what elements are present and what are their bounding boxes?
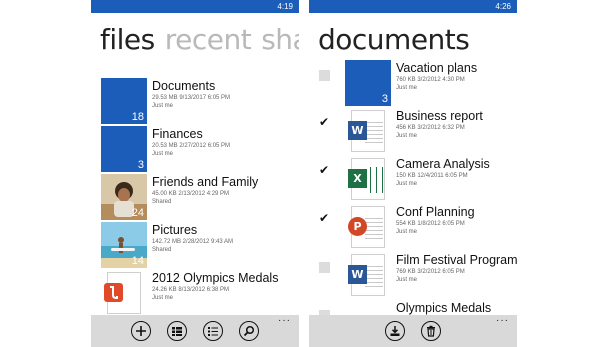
item-name: Olympics Medals (396, 301, 492, 315)
item-name: Camera Analysis (396, 157, 490, 171)
folder-item-documents[interactable]: 18 Documents 29.53 MB 9/13/2017 6:05 PM Ju… (91, 78, 299, 124)
item-meta: 24.26 KB 8/13/2012 6:38 PM (152, 287, 230, 293)
status-bar: 4:26 (309, 0, 517, 13)
item-count: 24 (131, 207, 144, 219)
item-sharing: Just me (396, 85, 418, 91)
file-item-camera-analysis[interactable]: X Camera Analysis 150 KB 12/4/2011 6:05 P… (309, 156, 517, 202)
checklist-icon (208, 327, 218, 336)
delete-button[interactable] (421, 321, 441, 341)
item-name: Film Festival Program (396, 253, 517, 267)
item-name: 2012 Olympics Medals (152, 271, 279, 285)
item-sharing: Just me (396, 277, 418, 283)
file-item-conf-planning[interactable]: P Conf Planning 554 KB 1/8/2012 6:05 PM Ju… (309, 204, 517, 250)
search-button[interactable] (239, 321, 259, 341)
item-meta: 456 KB 3/2/2012 6:32 PM (396, 125, 465, 131)
item-meta: 29.53 MB 9/13/2017 6:05 PM (152, 95, 231, 101)
item-meta: 554 KB 1/8/2012 6:05 PM (396, 221, 465, 227)
item-name: Vacation plans (396, 61, 478, 75)
folder-item-pictures[interactable]: 14 Pictures 142.72 MB 2/28/2012 9:43 AM Sh… (91, 222, 299, 268)
item-count: 3 (137, 159, 144, 171)
clock: 4:26 (495, 2, 511, 11)
pdf-badge-icon (104, 283, 123, 302)
file-item-business-report[interactable]: W Business report 456 KB 3/2/2012 6:32 PM… (309, 108, 517, 154)
page-header: documents (309, 22, 517, 58)
item-name: Finances (152, 127, 203, 141)
item-meta: 20.53 MB 2/27/2012 6:05 PM (152, 143, 231, 149)
file-item-film-festival-program[interactable]: W Film Festival Program 769 KB 3/2/2012 6… (309, 252, 517, 298)
app-bar: ··· (91, 315, 299, 347)
app-bar: ··· (309, 315, 517, 347)
folder-photo-tile: 14 (101, 222, 147, 268)
excel-document-icon: X (348, 158, 385, 200)
more-options-button[interactable]: ··· (496, 316, 509, 326)
pdf-document-icon (104, 272, 141, 314)
select-checkbox[interactable] (319, 262, 330, 273)
folder-tile: 3 (345, 60, 391, 106)
select-checkbox[interactable] (319, 163, 330, 177)
plus-icon (136, 326, 146, 336)
word-document-icon: W (348, 254, 385, 296)
add-button[interactable] (131, 321, 151, 341)
select-checkbox[interactable] (319, 115, 330, 129)
item-count: 14 (131, 255, 144, 267)
word-badge-icon: W (348, 121, 367, 140)
item-meta: 760 KB 3/2/2012 4:30 PM (396, 77, 465, 83)
folder-photo-tile: 24 (101, 174, 147, 220)
pivot-shared[interactable]: sha (261, 22, 299, 58)
powerpoint-document-icon: P (348, 206, 385, 248)
item-name: Pictures (152, 223, 198, 237)
file-item-olympics-medals[interactable]: 2012 Olympics Medals 24.26 KB 8/13/2012 6… (91, 270, 299, 316)
item-sharing: Just me (396, 229, 418, 235)
item-name: Business report (396, 109, 483, 123)
search-icon (243, 325, 255, 337)
status-bar: 4:19 (91, 0, 299, 13)
pivot-header: files recentsha (91, 22, 299, 58)
item-meta: 142.72 MB 2/28/2012 9:43 AM (152, 239, 234, 245)
item-sharing: Shared (152, 247, 172, 253)
download-icon (390, 326, 400, 336)
item-name: Documents (152, 79, 216, 93)
select-button[interactable] (203, 321, 223, 341)
excel-badge-icon: X (348, 169, 367, 188)
word-badge-icon: W (348, 265, 367, 284)
pivot-files[interactable]: files (100, 22, 155, 58)
item-sharing: Just me (396, 181, 418, 187)
select-checkbox[interactable] (319, 70, 330, 81)
item-meta: 769 KB 3/2/2012 6:05 PM (396, 269, 465, 275)
item-count: 3 (381, 93, 388, 105)
grid-view-button[interactable] (167, 321, 187, 341)
word-document-icon: W (348, 110, 385, 152)
item-sharing: Just me (152, 103, 174, 109)
item-sharing: Just me (152, 295, 174, 301)
item-sharing: Just me (396, 133, 418, 139)
select-checkbox[interactable] (319, 211, 330, 225)
item-meta: 150 KB 12/4/2011 6:05 PM (396, 173, 468, 179)
files-screen: 4:19 files recentsha 18 Documents 29.53 MB… (91, 0, 299, 347)
item-sharing: Shared (152, 199, 172, 205)
folder-item-finances[interactable]: 3 Finances 20.53 MB 2/27/2012 6:05 PM Just… (91, 126, 299, 172)
item-meta: 45.00 KB 2/13/2012 4:29 PM (152, 191, 230, 197)
download-button[interactable] (385, 321, 405, 341)
item-count: 18 (131, 111, 144, 123)
item-name: Conf Planning (396, 205, 475, 219)
documents-screen: 4:26 documents 3 Vacation plans 760 KB 3/… (309, 0, 517, 347)
folder-item-vacation-plans[interactable]: 3 Vacation plans 760 KB 3/2/2012 4:30 PM J… (309, 60, 517, 106)
pivot-recent[interactable]: recent (165, 22, 252, 58)
folder-tile: 18 (101, 78, 147, 124)
powerpoint-badge-icon: P (348, 217, 367, 236)
folder-tile: 3 (101, 126, 147, 172)
folder-item-friends-and-family[interactable]: 24 Friends and Family 45.00 KB 2/13/2012 … (91, 174, 299, 220)
item-name: Friends and Family (152, 175, 259, 189)
item-sharing: Just me (152, 151, 174, 157)
tiles-icon (172, 327, 182, 336)
more-options-button[interactable]: ··· (278, 316, 291, 326)
trash-icon (427, 325, 435, 337)
clock: 4:19 (277, 2, 293, 11)
page-title: documents (318, 23, 470, 56)
